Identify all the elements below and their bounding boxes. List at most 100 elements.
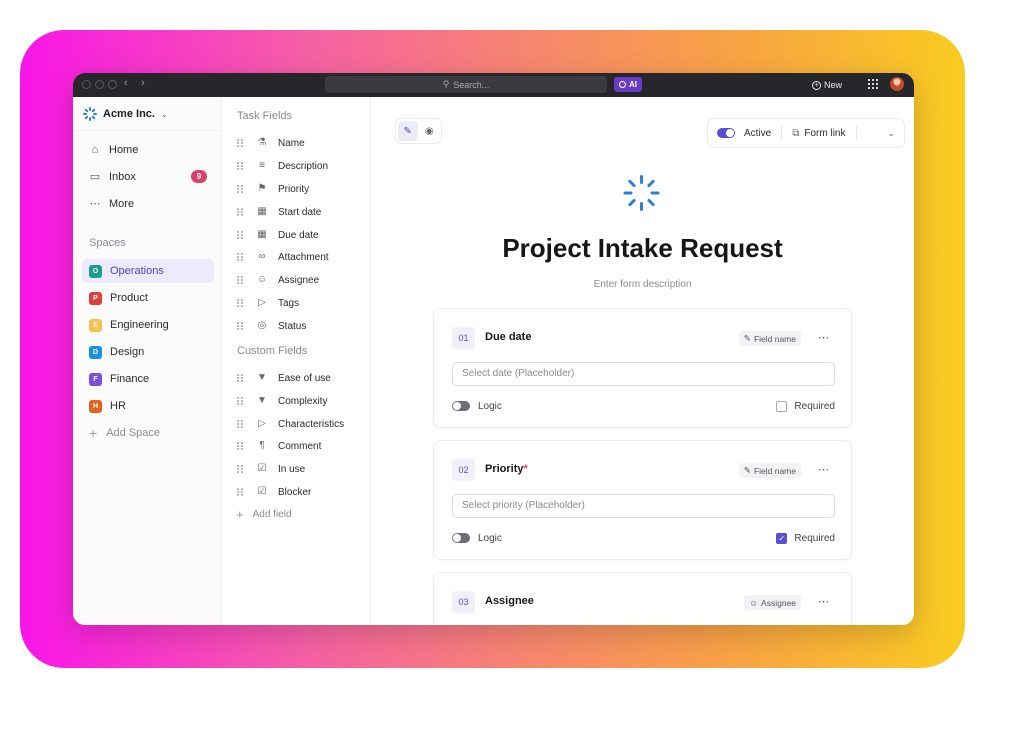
field-item-assignee[interactable]: ☺ Assignee xyxy=(237,272,319,288)
field-item-characteristics[interactable]: ▷ Characteristics xyxy=(237,416,344,432)
add-space-button[interactable]: + Add Space xyxy=(89,425,160,441)
logic-toggle[interactable] xyxy=(452,401,470,411)
required-option[interactable]: Required xyxy=(776,400,835,412)
drag-handle-icon[interactable] xyxy=(237,230,243,240)
window-zoom-button[interactable] xyxy=(108,80,117,89)
drag-handle-icon[interactable] xyxy=(237,184,243,194)
field-name-tag[interactable]: ✎ Field name xyxy=(738,463,801,478)
space-avatar: D xyxy=(89,345,102,359)
logic-toggle[interactable] xyxy=(452,533,470,543)
field-item-due-date[interactable]: ▦ Due date xyxy=(237,227,319,243)
inbox-icon: ▭ xyxy=(89,171,101,183)
more-options-icon[interactable]: ⋯ xyxy=(818,463,829,476)
form-description[interactable]: Enter form description xyxy=(371,279,914,290)
active-toggle[interactable] xyxy=(717,128,735,138)
field-item-tags[interactable]: ▷ Tags xyxy=(237,295,299,311)
field-item-blocker[interactable]: ☑ Blocker xyxy=(237,484,311,500)
home-icon: ⌂ xyxy=(91,144,99,156)
field-label: Complexity xyxy=(278,395,328,407)
field-item-priority[interactable]: ⚑ Priority xyxy=(237,181,309,197)
drag-handle-icon[interactable] xyxy=(237,321,243,331)
title-bar: ‹ › ⚲ Search... AI + New xyxy=(73,73,914,97)
field-label: Attachment xyxy=(278,251,329,263)
workspace-switcher[interactable]: Acme Inc. ⌄ xyxy=(83,107,168,121)
required-star: * xyxy=(523,463,528,475)
field-item-ease-of-use[interactable]: ▼ Ease of use xyxy=(237,370,331,386)
field-name-tag[interactable]: ☺ Assignee xyxy=(744,595,801,610)
drag-handle-icon[interactable] xyxy=(237,138,243,148)
space-item-operations[interactable]: O Operations xyxy=(82,259,214,283)
workspace-name: Acme Inc. xyxy=(103,108,155,120)
chevron-down-icon[interactable]: ⌄ xyxy=(887,128,895,139)
priority-input[interactable]: Select priority (Placeholder) xyxy=(452,494,835,518)
eye-icon[interactable]: ◉ xyxy=(420,121,440,141)
space-avatar: H xyxy=(89,399,102,413)
space-item-design[interactable]: D Design xyxy=(82,340,214,364)
user-avatar[interactable] xyxy=(890,77,904,91)
field-label: In use xyxy=(278,463,306,475)
new-button[interactable]: + New xyxy=(812,77,842,93)
field-item-in-use[interactable]: ☑ In use xyxy=(237,461,305,477)
question-title: Assignee xyxy=(485,595,534,607)
space-item-hr[interactable]: H HR xyxy=(82,394,214,418)
field-label: Due date xyxy=(278,229,319,241)
field-label: Tags xyxy=(278,297,300,309)
drag-handle-icon[interactable] xyxy=(237,252,243,262)
form-link-button[interactable]: Form link xyxy=(804,128,845,139)
drag-handle-icon[interactable] xyxy=(237,419,243,429)
drag-handle-icon[interactable] xyxy=(237,487,243,497)
field-label: Ease of use xyxy=(278,372,331,384)
space-label: Product xyxy=(110,292,148,304)
window-close-button[interactable] xyxy=(82,80,91,89)
pencil-icon[interactable]: ✎ xyxy=(398,121,418,141)
window-minimize-button[interactable] xyxy=(95,80,104,89)
required-label: Required xyxy=(794,532,835,544)
paperclip-icon: ∞ xyxy=(258,251,266,262)
question-title-text: Assignee xyxy=(485,595,534,607)
field-name-tag[interactable]: ✎ Field name xyxy=(738,331,801,346)
forward-arrow-icon[interactable]: › xyxy=(141,77,145,89)
field-item-complexity[interactable]: ▼ Complexity xyxy=(237,393,327,409)
ai-button[interactable]: AI xyxy=(614,77,642,92)
more-options-icon[interactable]: ⋯ xyxy=(818,595,829,608)
space-label: Engineering xyxy=(110,319,169,331)
user-icon: ☺ xyxy=(256,274,268,285)
field-item-attachment[interactable]: ∞ Attachment xyxy=(237,249,329,265)
form-question-card[interactable]: 02 Priority* ✎ Field name ⋯ Select priori… xyxy=(433,440,852,560)
drag-handle-icon[interactable] xyxy=(237,275,243,285)
field-item-comment[interactable]: ¶ Comment xyxy=(237,438,321,454)
required-checkbox[interactable] xyxy=(776,400,788,412)
drag-handle-icon[interactable] xyxy=(237,207,243,217)
drag-handle-icon[interactable] xyxy=(237,464,243,474)
more-options-icon[interactable]: ⋯ xyxy=(818,331,829,344)
field-item-start-date[interactable]: ▦ Start date xyxy=(237,204,321,220)
nav-item-more[interactable]: ⋯ More xyxy=(89,195,207,213)
apps-grid-icon[interactable] xyxy=(868,79,878,89)
date-input[interactable]: Select date (Placeholder) xyxy=(452,362,835,386)
form-question-card[interactable]: 01 Due date ✎ Field name ⋯ Select date (P… xyxy=(433,308,852,428)
required-option[interactable]: ✓ Required xyxy=(776,532,835,544)
drag-handle-icon[interactable] xyxy=(237,373,243,383)
nav-item-inbox[interactable]: ▭ Inbox 9 xyxy=(89,168,207,186)
field-item-description[interactable]: ≡ Description xyxy=(237,158,328,174)
plus-icon: + xyxy=(89,425,98,441)
form-question-card[interactable]: 03 Assignee ☺ Assignee ⋯ xyxy=(433,572,852,625)
add-field-button[interactable]: + Add field xyxy=(236,507,292,522)
workspace-logo-icon xyxy=(83,107,97,121)
drag-handle-icon[interactable] xyxy=(237,161,243,171)
required-checkbox[interactable]: ✓ xyxy=(776,532,788,544)
back-arrow-icon[interactable]: ‹ xyxy=(124,77,128,89)
search-input[interactable]: ⚲ Search... xyxy=(325,76,607,93)
drag-handle-icon[interactable] xyxy=(237,441,243,451)
form-title[interactable]: Project Intake Request xyxy=(371,233,914,264)
field-item-name[interactable]: ⚗ Name xyxy=(237,135,305,151)
drag-handle-icon[interactable] xyxy=(237,298,243,308)
field-item-status[interactable]: ◎ Status xyxy=(237,318,306,334)
drag-handle-icon[interactable] xyxy=(237,396,243,406)
space-item-finance[interactable]: F Finance xyxy=(82,367,214,391)
nav-item-home[interactable]: ⌂ Home xyxy=(89,141,207,159)
space-item-product[interactable]: P Product xyxy=(82,286,214,310)
search-icon: ⚲ xyxy=(442,79,450,89)
space-item-engineering[interactable]: E Engineering xyxy=(82,313,214,337)
field-tag-label: Field name xyxy=(753,465,796,476)
